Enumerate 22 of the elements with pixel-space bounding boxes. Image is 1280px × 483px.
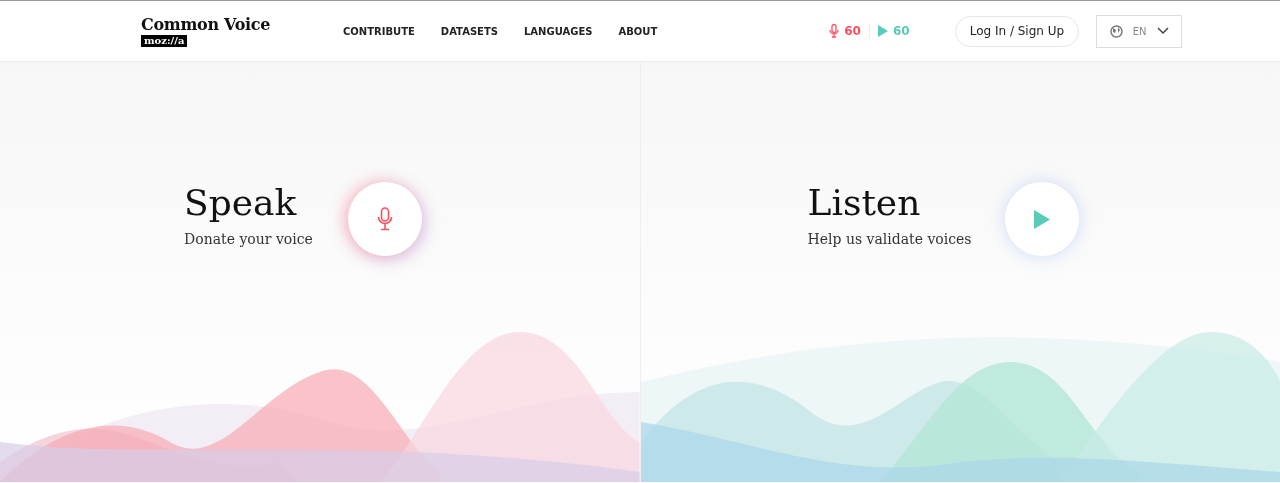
logo-text[interactable]: Common Voice xyxy=(141,15,271,35)
stat-count: 60 xyxy=(844,24,861,38)
nav-link[interactable]: DATASETS xyxy=(440,25,498,37)
panel-title: Listen xyxy=(807,181,922,225)
play-icon xyxy=(877,25,888,37)
panel-subtitle: Help us validate voices xyxy=(807,231,973,247)
nav-link[interactable]: CONTRIBUTE xyxy=(343,25,415,37)
globe-icon xyxy=(1109,24,1123,38)
chevron-down-icon xyxy=(1156,27,1169,35)
play-icon xyxy=(1033,209,1050,229)
panel-title: Speak xyxy=(184,181,298,225)
login-button[interactable]: Log In / Sign Up xyxy=(954,15,1080,47)
logo-badge[interactable]: moz://a xyxy=(141,35,188,47)
microphone-icon xyxy=(829,24,840,38)
panel-subtitle: Donate your voice xyxy=(184,231,314,247)
microphone-icon xyxy=(377,207,393,231)
nav-link[interactable]: LANGUAGES xyxy=(523,25,593,37)
nav-link[interactable]: ABOUT xyxy=(618,25,658,37)
language-select[interactable]: EN xyxy=(1096,14,1183,48)
stat-count: 60 xyxy=(892,24,910,38)
record-button[interactable] xyxy=(348,182,422,256)
play-button[interactable] xyxy=(1004,182,1079,256)
